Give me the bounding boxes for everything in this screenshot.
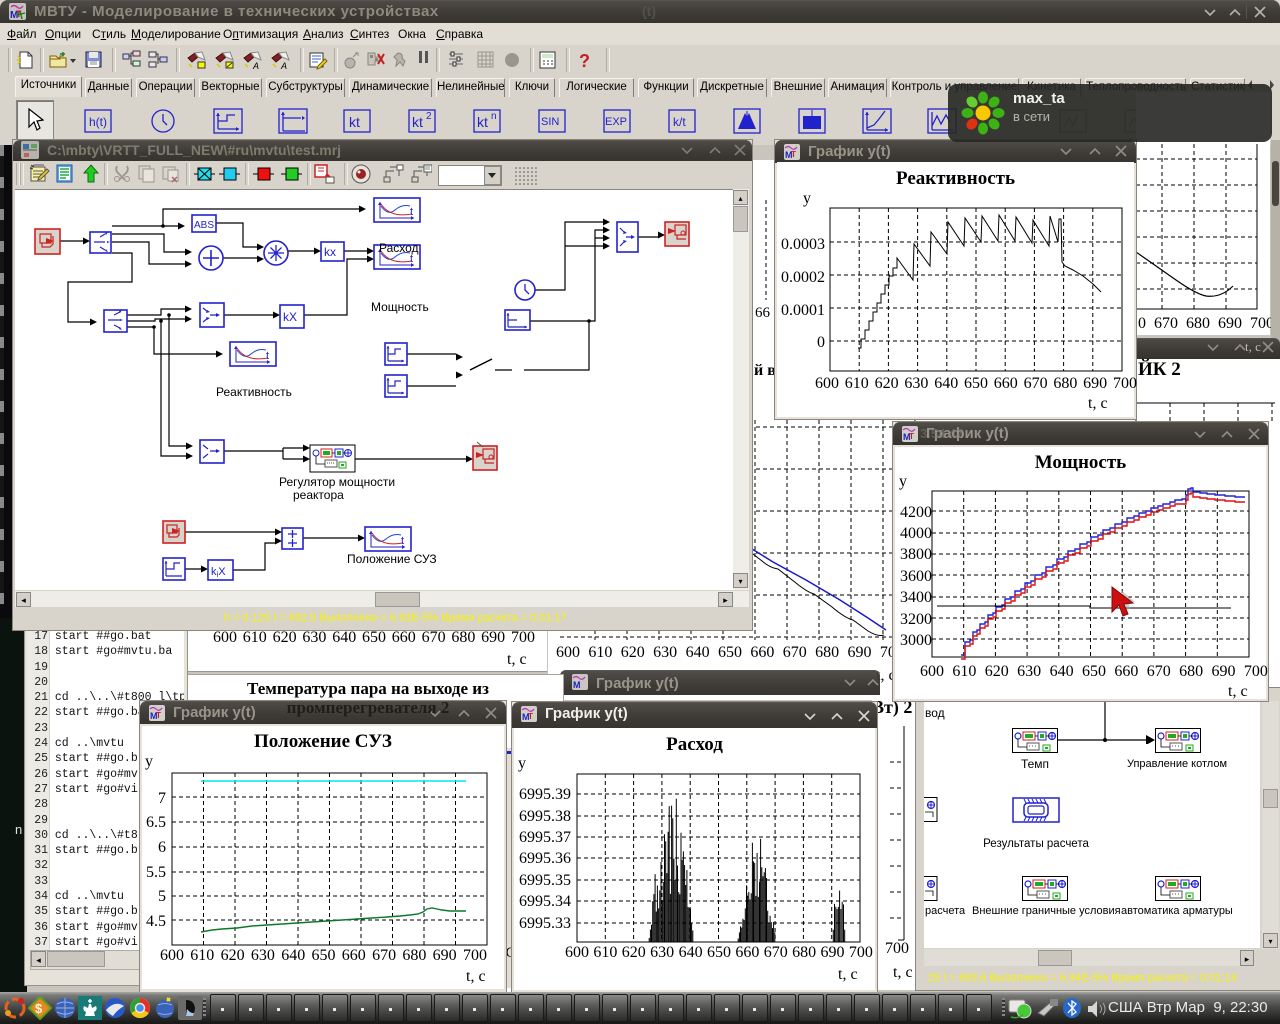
svg-text:k/t: k/t [673,115,686,129]
svg-text:T: T [156,711,161,720]
svg-text:kt: kt [477,114,488,130]
svg-text:Расход: Расход [379,241,419,255]
svg-text:SIN: SIN [541,116,559,128]
svg-text:EXP: EXP [605,116,627,128]
svg-text:$: $ [35,1001,43,1016]
svg-text:2: 2 [426,111,432,122]
svg-text:kt: kt [349,114,360,130]
svg-text:t: t [266,350,269,362]
svg-text:kx: kx [324,245,336,259]
svg-text:T: T [791,150,796,159]
svg-text:A: A [280,61,287,70]
svg-text:?: ? [579,51,590,71]
svg-text:Мощность: Мощность [371,300,429,314]
svg-text:реактора: реактора [293,488,344,502]
svg-text:kiX: kiX [211,566,226,579]
svg-text:t: t [401,535,404,547]
svg-text:ABS: ABS [194,220,214,231]
svg-text:kX: kX [283,310,297,324]
svg-text:Положение СУЗ: Положение СУЗ [347,552,437,566]
svg-text:M: M [573,680,581,690]
svg-text:Реактивность: Реактивность [216,385,292,399]
svg-text:Регулятор мощности: Регулятор мощности [279,475,395,489]
svg-text:kt: kt [412,114,423,130]
svg-text:A: A [252,61,259,70]
svg-text:T: T [528,712,533,721]
svg-text:n: n [491,111,497,122]
svg-text:T: T [909,432,914,441]
svg-text:h(t): h(t) [89,115,107,129]
svg-text:t: t [410,206,413,218]
